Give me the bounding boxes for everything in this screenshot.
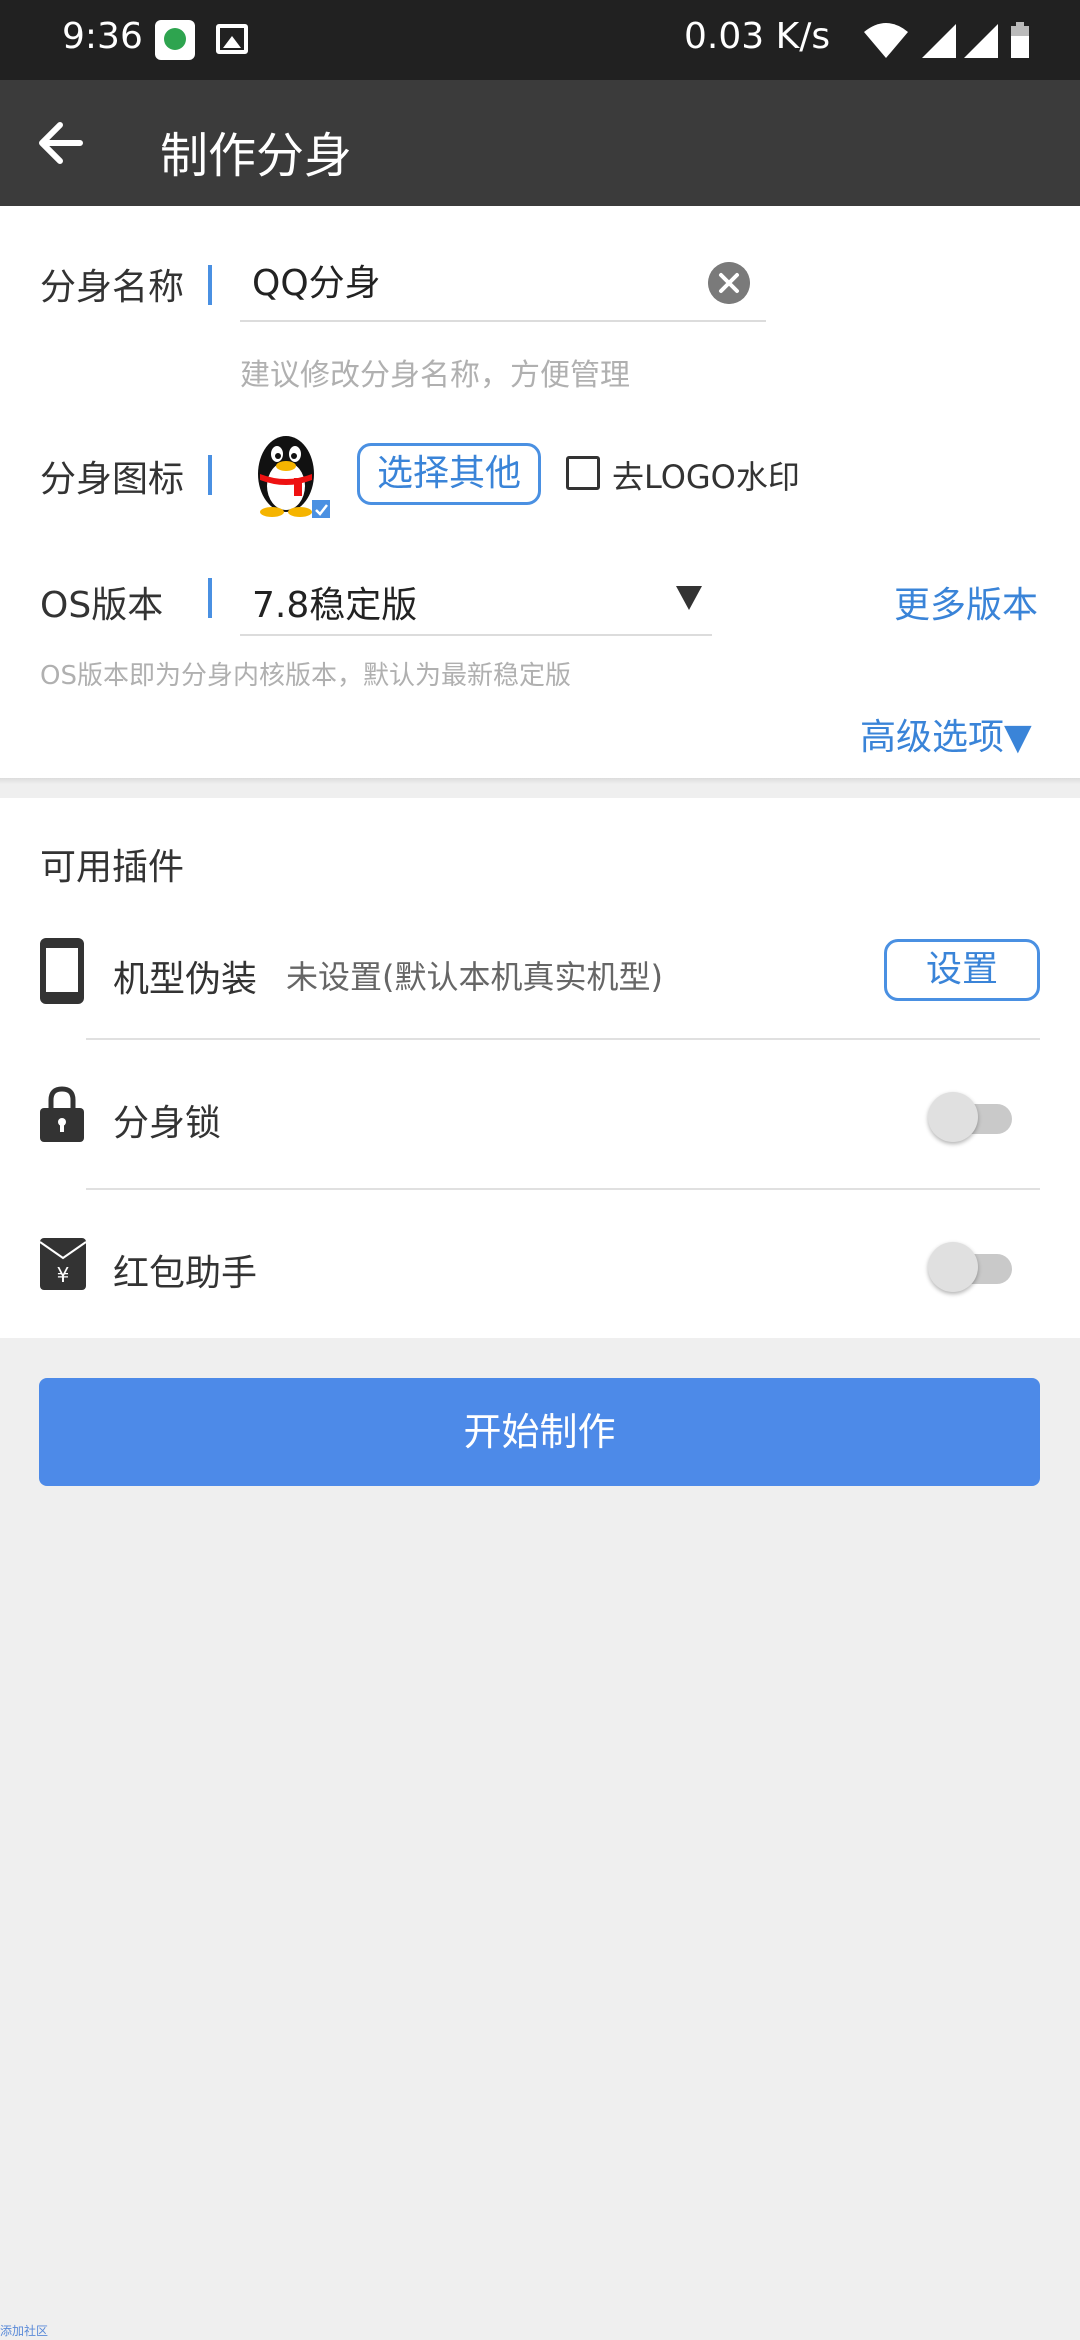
label-divider xyxy=(208,578,212,618)
qq-penguin-icon xyxy=(258,436,330,518)
device-disguise-status: 未设置(默认本机真实机型) xyxy=(286,958,663,996)
red-envelope-icon: ¥ xyxy=(40,1238,86,1290)
wifi-icon xyxy=(864,23,908,58)
more-versions-link[interactable]: 更多版本 xyxy=(894,576,1038,628)
battery-icon xyxy=(1011,22,1029,58)
name-label: 分身名称 xyxy=(40,267,185,308)
status-icons xyxy=(864,22,1029,58)
icon-label: 分身图标 xyxy=(40,459,185,500)
status-bar: 9:36 0.03 K/s xyxy=(0,0,1080,80)
arrow-left-icon[interactable] xyxy=(28,110,94,176)
network-speed: 0.03 K/s xyxy=(684,16,831,57)
os-version-value: 7.8稳定版 xyxy=(252,585,418,626)
lock-icon xyxy=(40,1086,84,1142)
advanced-options-link[interactable]: 高级选项▼ xyxy=(860,708,1032,760)
section-divider xyxy=(0,778,1080,784)
red-packet-toggle[interactable] xyxy=(928,1240,1012,1292)
clone-lock-toggle[interactable] xyxy=(928,1090,1012,1142)
image-icon xyxy=(216,24,248,54)
dropdown-arrow-icon xyxy=(676,586,702,610)
os-hint: OS版本即为分身内核版本，默认为最新稳定版 xyxy=(40,661,571,691)
clone-lock-label: 分身锁 xyxy=(113,1103,222,1144)
remove-logo-checkbox[interactable] xyxy=(566,456,600,490)
plugins-section-title: 可用插件 xyxy=(40,847,185,888)
os-version-select[interactable]: 7.8稳定版 xyxy=(240,570,712,636)
device-disguise-label: 机型伪装 xyxy=(113,959,258,1000)
app-notification-icon xyxy=(155,20,195,60)
toggle-knob xyxy=(928,1242,978,1292)
red-packet-label: 红包助手 xyxy=(113,1253,258,1294)
remove-logo-label[interactable]: 去LOGO水印 xyxy=(612,452,800,498)
name-input[interactable]: QQ分身 xyxy=(240,256,766,322)
svg-text:¥: ¥ xyxy=(57,1263,70,1287)
signal-icon xyxy=(922,24,956,58)
name-hint: 建议修改分身名称，方便管理 xyxy=(240,358,630,393)
status-time: 9:36 xyxy=(62,16,143,57)
page-title: 制作分身 xyxy=(160,128,353,184)
app-bar: 制作分身 xyxy=(0,80,1080,206)
clear-icon[interactable] xyxy=(708,262,750,304)
label-divider xyxy=(208,265,212,305)
signal-icon xyxy=(964,24,998,58)
start-create-button[interactable]: 开始制作 xyxy=(39,1378,1040,1486)
os-label: OS版本 xyxy=(40,585,164,626)
toggle-knob xyxy=(928,1092,978,1142)
row-divider xyxy=(86,1038,1040,1040)
phone-icon xyxy=(40,938,84,1004)
choose-other-button[interactable]: 选择其他 xyxy=(357,443,541,505)
row-divider xyxy=(86,1188,1040,1190)
watermark: 添加社区 xyxy=(0,2324,49,2338)
label-divider xyxy=(208,455,212,495)
settings-button[interactable]: 设置 xyxy=(884,939,1040,1001)
